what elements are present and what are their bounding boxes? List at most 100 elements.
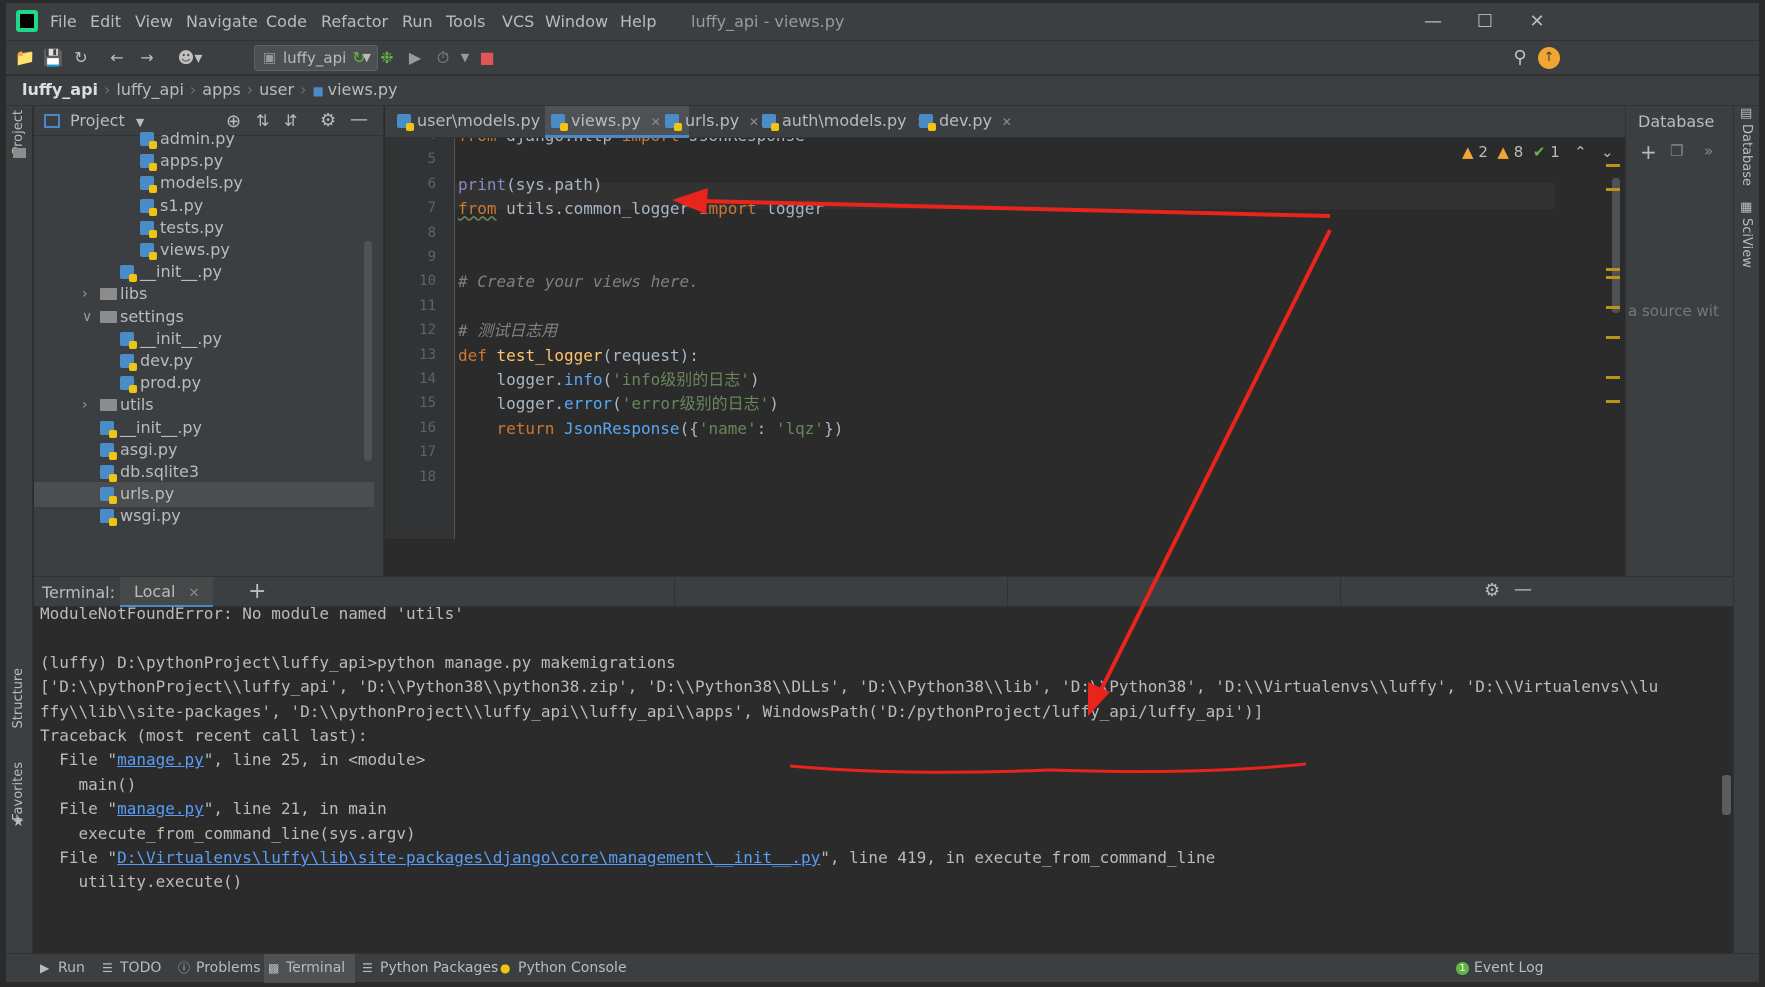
tree-file[interactable]: wsgi.py	[34, 504, 374, 529]
file-link[interactable]: D:\Virtualenvs\luffy\lib\site-packages\d…	[117, 848, 820, 867]
more-actions-icon[interactable]: »	[1704, 142, 1713, 160]
tree-item-label: __init__.py	[120, 417, 203, 437]
warning-stripe[interactable]	[1606, 276, 1620, 279]
python-console-tool-button[interactable]: ● Python Console	[496, 954, 627, 983]
file-link[interactable]: manage.py	[117, 799, 204, 818]
update-notification-icon[interactable]: ↑	[1538, 47, 1560, 69]
problems-tool-button[interactable]: ⓘ Problems	[174, 954, 261, 983]
python-packages-tool-button[interactable]: ☰ Python Packages	[358, 954, 498, 983]
warning-stripe[interactable]	[1606, 268, 1620, 271]
forward-arrow-icon[interactable]: →	[136, 47, 158, 69]
rerun-icon[interactable]: ↻	[348, 47, 370, 69]
warning-stripe[interactable]	[1606, 336, 1620, 339]
file-link[interactable]: manage.py	[117, 750, 204, 769]
stop-icon[interactable]: ■	[476, 47, 498, 69]
warning-stripe[interactable]	[1606, 400, 1620, 403]
terminal-line: File "manage.py", line 25, in <module>	[40, 748, 425, 772]
profile-icon[interactable]: ⏱	[432, 47, 454, 69]
close-icon[interactable]: ✕	[998, 115, 1012, 129]
project-tree-scrollbar[interactable]	[364, 241, 372, 461]
code-editor[interactable]: 456789101112131415161718 from django.htt…	[385, 138, 1625, 539]
event-log-button[interactable]: 1 Event Log	[1452, 954, 1544, 983]
close-icon[interactable]: ✕	[189, 586, 200, 601]
line-number: 10	[419, 273, 436, 290]
event-count-badge: 1	[1456, 962, 1469, 975]
tree-item-label: prod.py	[140, 373, 202, 393]
run-tool-button[interactable]: ▶ Run	[36, 954, 85, 983]
tree-item-label: __init__.py	[140, 328, 223, 348]
menu-code[interactable]: Code	[266, 12, 307, 31]
menu-navigate[interactable]: Navigate	[186, 12, 258, 31]
editor-scrollbar[interactable]	[1612, 178, 1620, 313]
terminal-line: ['D:\\pythonProject\\luffy_api', 'D:\\Py…	[40, 677, 1659, 697]
tree-item-label: dev.py	[140, 351, 193, 370]
star-icon: ★	[12, 814, 25, 830]
search-icon[interactable]: ⚲	[1509, 47, 1531, 69]
breadcrumb-item[interactable]: user	[259, 80, 294, 99]
copy-icon[interactable]: ❐	[1670, 142, 1683, 160]
open-folder-icon[interactable]: 📁	[14, 47, 36, 69]
terminal-tool-button[interactable]: ▩ Terminal	[264, 954, 356, 983]
chevron-right-icon[interactable]: ›	[82, 282, 88, 306]
more-run-chevron-icon[interactable]: ▼	[454, 47, 476, 69]
editor-tab[interactable]: dev.py ✕	[913, 106, 1040, 138]
hide-panel-icon[interactable]: —	[1514, 579, 1532, 600]
terminal-tab-local[interactable]: Local ✕	[120, 577, 214, 608]
chevron-right-icon[interactable]: ›	[82, 393, 88, 417]
add-datasource-icon[interactable]: +	[1640, 140, 1657, 164]
minimize-button[interactable]: —	[1410, 7, 1456, 37]
debug-bug-icon[interactable]: ❉	[376, 47, 398, 69]
menu-file[interactable]: File	[50, 12, 77, 31]
line-number: 6	[427, 175, 436, 192]
menu-run[interactable]: Run	[402, 12, 433, 31]
menu-help[interactable]: Help	[620, 12, 656, 31]
menu-window[interactable]: Window	[545, 12, 608, 31]
folder-icon	[100, 399, 117, 412]
error-triangle-icon: ▲	[1462, 143, 1474, 161]
save-all-icon[interactable]: 💾	[42, 47, 64, 69]
terminal-scrollbar[interactable]	[1722, 775, 1731, 815]
inspection-widget[interactable]: ▲ 2 ▲ 8 ✔ 1 ⌃ ⌄	[1462, 143, 1614, 161]
menu-vcs[interactable]: VCS	[502, 12, 534, 31]
warning-stripe[interactable]	[1606, 164, 1620, 167]
gear-icon[interactable]: ⚙	[1484, 580, 1500, 601]
breadcrumb-item[interactable]: luffy_api	[116, 80, 183, 99]
new-terminal-plus-icon[interactable]: +	[248, 579, 266, 604]
todo-tool-button[interactable]: ☰ TODO	[98, 954, 161, 983]
sciview-tool-tab[interactable]: SciView	[1739, 218, 1754, 268]
python-file-icon	[140, 220, 157, 238]
check-icon: ✔	[1532, 143, 1546, 161]
breadcrumb-item[interactable]: luffy_api	[22, 80, 98, 99]
warning-stripe[interactable]	[1606, 188, 1620, 191]
vcs-user-icon[interactable]: ☻▾	[174, 47, 206, 69]
menu-edit[interactable]: Edit	[90, 12, 121, 31]
back-arrow-icon[interactable]: ←	[106, 47, 128, 69]
line-number: 4	[396, 138, 436, 143]
structure-tool-tab[interactable]: Structure	[11, 668, 26, 728]
maximize-button[interactable]: ☐	[1462, 7, 1508, 37]
line-number: 13	[419, 346, 436, 363]
terminal-output[interactable]: ModuleNotFoundError: No module named 'ut…	[34, 607, 1733, 953]
warning-stripe[interactable]	[1606, 306, 1620, 309]
project-view-icon	[44, 114, 60, 128]
tree-item-label: tests.py	[160, 217, 224, 237]
folder-icon	[100, 310, 117, 323]
breadcrumb-item[interactable]: views.py	[328, 80, 398, 99]
sync-icon[interactable]: ↻	[70, 47, 92, 69]
menu-view[interactable]: View	[135, 12, 173, 31]
chevron-down-icon[interactable]: ∨	[82, 305, 92, 329]
terminal-line: ModuleNotFoundError: No module named 'ut…	[40, 607, 464, 623]
coverage-icon[interactable]: ▶	[404, 47, 426, 69]
menu-refactor[interactable]: Refactor	[321, 12, 388, 31]
menu-tools[interactable]: Tools	[446, 12, 485, 31]
breadcrumb-separator-icon: ›	[104, 80, 111, 99]
breadcrumb-item[interactable]: apps	[202, 80, 240, 99]
project-panel: Project ▼ ⊕ ⇅ ⇵ ⚙ — admin.py apps.py model…	[34, 106, 384, 576]
database-tool-tab[interactable]: Database	[1739, 124, 1754, 186]
close-button[interactable]: ✕	[1514, 7, 1560, 37]
line-number: 16	[419, 419, 436, 436]
previous-highlight-icon[interactable]: ⌃	[1574, 143, 1587, 161]
next-highlight-icon[interactable]: ⌄	[1601, 143, 1614, 161]
warning-stripe[interactable]	[1606, 376, 1620, 379]
favorites-tool-tab[interactable]: Favorites	[11, 762, 26, 821]
